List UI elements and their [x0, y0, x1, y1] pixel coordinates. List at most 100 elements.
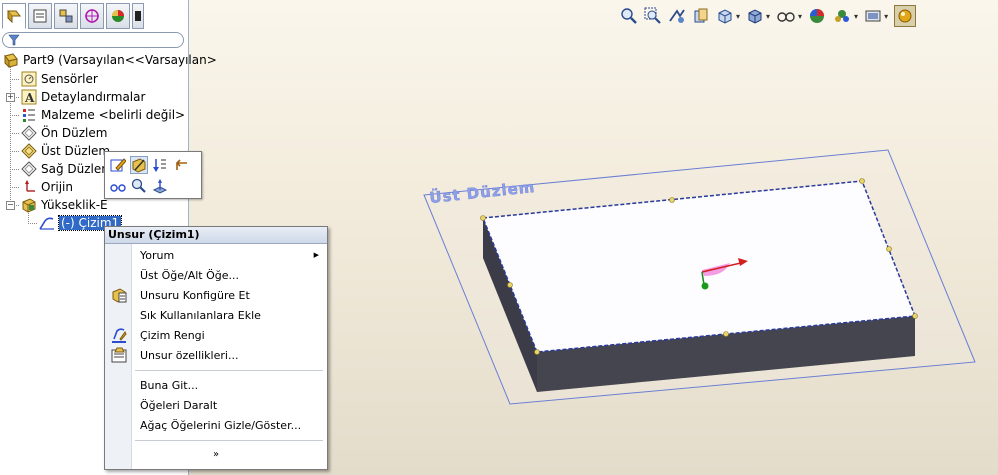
plane-icon	[21, 125, 37, 141]
zoom-to-selection-button[interactable]	[130, 177, 148, 195]
view-settings-icon[interactable]: ▾	[864, 5, 888, 27]
filter-funnel-icon	[8, 34, 20, 46]
menu-item-collapse-items[interactable]: Öğeleri Daralt	[105, 395, 327, 415]
roll-back-button[interactable]	[151, 156, 169, 174]
tree-guide-line	[10, 79, 19, 80]
tree-item-origin[interactable]: Orijin	[21, 178, 73, 196]
configuration-manager-tab[interactable]	[54, 3, 78, 29]
view-orientation-icon[interactable]: ▾	[716, 5, 740, 27]
tree-item-part[interactable]: Part9 (Varsayılan<<Varsayılan>	[3, 51, 217, 69]
menu-item-label: Üst Öğe/Alt Öğe...	[140, 268, 239, 282]
tree-item-front-plane[interactable]: Ön Düzlem	[21, 124, 107, 142]
menu-item-comment[interactable]: Yorum ▶	[105, 245, 327, 265]
feature-manager-tab[interactable]	[2, 3, 26, 29]
menu-item-label: Ağaç Öğelerini Gizle/Göster...	[140, 418, 302, 432]
apply-scene-icon[interactable]: ▾	[832, 5, 858, 27]
tree-item-label: Sağ Düzlem	[41, 162, 113, 176]
tree-guide-line	[10, 115, 19, 116]
edit-appearance-icon[interactable]	[808, 5, 826, 27]
feature-properties-icon	[111, 347, 127, 363]
normal-to-button[interactable]	[151, 177, 169, 195]
tree-item-annotations[interactable]: A Detaylandırmalar	[21, 88, 145, 106]
origin-icon	[25, 180, 35, 192]
tree-item-extrude[interactable]: Yükseklik-E	[21, 196, 108, 214]
display-manager-icon	[112, 10, 124, 22]
context-menu-title: Unsur (Çizim1)	[105, 227, 327, 244]
expand-annotations-toggle[interactable]: +	[6, 93, 15, 102]
svg-text:A: A	[24, 91, 35, 105]
zoom-to-selection-icon	[131, 178, 146, 193]
menu-item-label: Sık Kullanılanlara Ekle	[140, 308, 261, 322]
zoom-to-fit-icon[interactable]	[620, 5, 638, 27]
property-manager-icon	[33, 9, 47, 23]
configure-feature-icon	[112, 288, 127, 303]
hide-show-items-icon[interactable]: ▾	[776, 5, 802, 27]
tree-item-label: Üst Düzlem	[41, 144, 111, 158]
normal-to-icon	[152, 179, 168, 194]
tree-guide-line	[10, 169, 19, 170]
menu-item-label: Öğeleri Daralt	[140, 398, 218, 412]
collapse-extrude-toggle[interactable]: −	[6, 201, 15, 210]
configuration-manager-icon	[59, 9, 73, 23]
menu-separator	[135, 370, 323, 371]
dimxpert-manager-tab[interactable]	[80, 3, 104, 29]
tree-guide-line	[10, 187, 19, 188]
parent-child-icon	[175, 159, 187, 170]
menu-item-label: Unsur özellikleri...	[140, 348, 239, 362]
hide-show-button[interactable]	[109, 177, 127, 195]
display-manager-tab[interactable]	[106, 3, 130, 29]
tree-item-label: Sensörler	[41, 72, 98, 86]
annotations-icon: A	[21, 89, 37, 105]
edit-feature-button[interactable]	[130, 156, 148, 174]
menu-item-label: Unsuru Konfigüre Et	[140, 288, 250, 302]
material-icon	[23, 109, 35, 122]
parent-child-button[interactable]	[172, 156, 190, 174]
glasses-icon	[110, 184, 126, 192]
plane-icon	[21, 161, 37, 177]
tree-item-right-plane[interactable]: Sağ Düzlem	[21, 160, 113, 178]
sketch-color-icon	[112, 328, 127, 343]
zoom-to-area-icon[interactable]	[644, 5, 662, 27]
menu-item-sketch-color[interactable]: Çizim Rengi	[105, 325, 327, 345]
tree-item-label: Orijin	[41, 180, 73, 194]
menu-item-add-to-favorites[interactable]: Sık Kullanılanlara Ekle	[105, 305, 327, 325]
menu-item-feature-properties[interactable]: Unsur özellikleri...	[105, 345, 327, 365]
more-tabs-tab[interactable]	[132, 3, 144, 29]
dimxpert-icon	[85, 9, 99, 23]
heads-up-view-toolbar: ▾ ▾ ▾ ▾ ▾	[620, 3, 917, 29]
tree-guide-line	[28, 223, 37, 224]
context-menu: Unsur (Çizim1) Yorum ▶ Üst Öğe/Alt Öğe..…	[104, 226, 328, 470]
sensor-icon	[21, 71, 37, 87]
tree-guide-line	[10, 133, 19, 134]
menu-item-configure-feature[interactable]: Unsuru Konfigüre Et	[105, 285, 327, 305]
tree-item-material[interactable]: Malzeme <belirli değil>	[21, 106, 185, 124]
part-icon	[4, 53, 18, 68]
edit-sketch-icon	[110, 158, 126, 172]
tree-guide-line	[10, 66, 11, 210]
menu-item-hide-show-tree-items[interactable]: Ağaç Öğelerini Gizle/Göster...	[105, 415, 327, 435]
menu-item-go-to[interactable]: Buna Git...	[105, 375, 327, 395]
tree-guide-line	[10, 151, 19, 152]
tree-filter-input[interactable]	[2, 32, 184, 48]
edit-feature-icon	[132, 158, 146, 173]
feature-manager-icon	[6, 10, 22, 24]
previous-view-icon[interactable]	[668, 5, 686, 27]
extrude-icon	[22, 198, 36, 213]
section-view-icon[interactable]	[692, 5, 710, 27]
realview-graphics-icon[interactable]	[894, 5, 917, 27]
expand-menu-chevron-icon[interactable]: »	[105, 449, 327, 460]
sketch-icon	[39, 217, 54, 230]
roll-back-icon	[153, 159, 166, 172]
menu-separator	[135, 440, 323, 441]
menu-item-label: Çizim Rengi	[140, 328, 205, 342]
menu-item-parent-child[interactable]: Üst Öğe/Alt Öğe...	[105, 265, 327, 285]
display-style-icon[interactable]: ▾	[746, 5, 770, 27]
more-tabs-icon	[135, 11, 141, 21]
menu-item-label: Yorum	[140, 248, 175, 262]
tree-item-top-plane[interactable]: Üst Düzlem	[21, 142, 110, 160]
panel-tabs	[0, 3, 190, 31]
tree-item-sensors[interactable]: Sensörler	[21, 70, 98, 88]
part-label: Part9 (Varsayılan<<Varsayılan>	[23, 53, 217, 67]
property-manager-tab[interactable]	[28, 3, 52, 29]
edit-sketch-button[interactable]	[109, 156, 127, 174]
